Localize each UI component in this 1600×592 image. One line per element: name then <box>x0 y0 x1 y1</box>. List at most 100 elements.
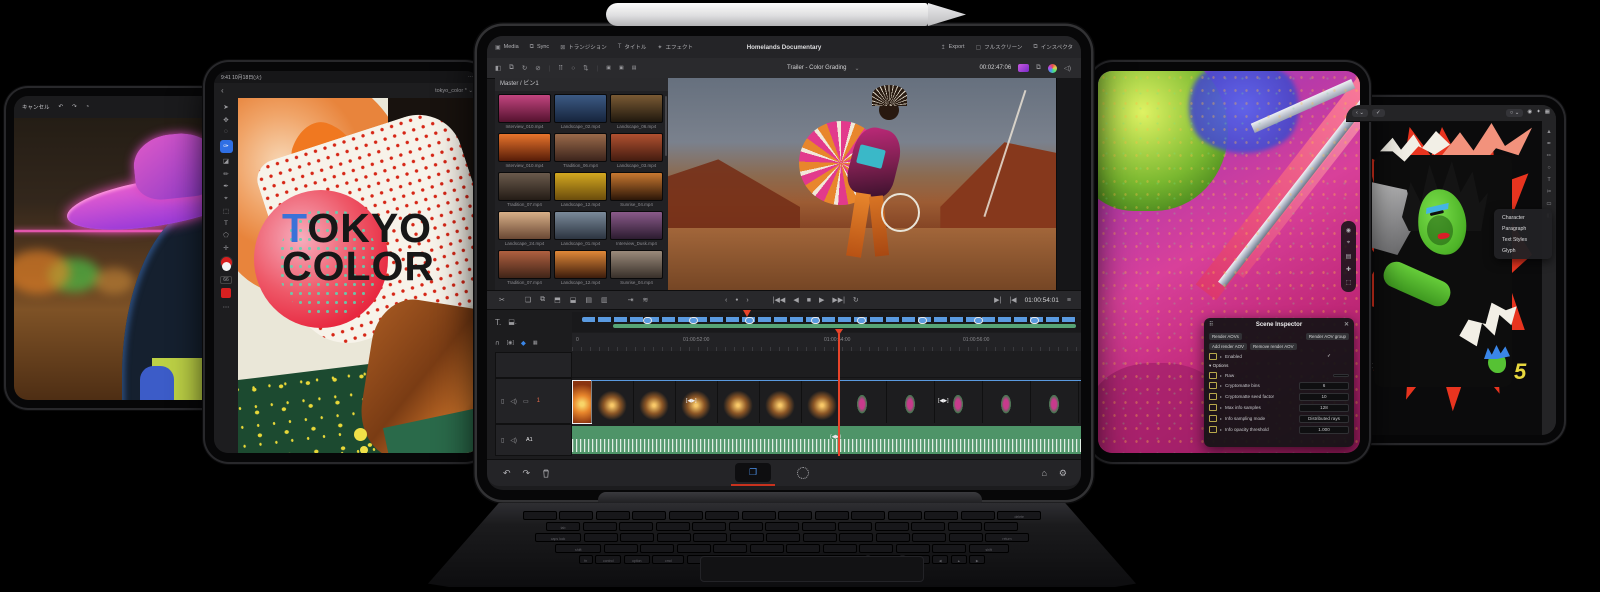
inspector-row[interactable]: ▸Info sampling modeDistributed rays <box>1204 413 1354 424</box>
move-tool-icon[interactable]: ➤ <box>223 103 228 111</box>
inspector-row-value[interactable] <box>1333 374 1349 377</box>
trash-icon[interactable] <box>542 469 550 478</box>
waveform-view-icon[interactable]: ≋ <box>642 296 648 304</box>
jog-icon[interactable]: ● <box>735 297 738 303</box>
aov-toggle-icon[interactable] <box>1209 393 1217 400</box>
shape-tool-icon[interactable]: ○ <box>1547 165 1550 171</box>
expand-icon[interactable]: ▸ <box>1220 427 1222 432</box>
inspector-row-value[interactable]: Distributed rays <box>1299 415 1349 423</box>
key[interactable] <box>677 544 711 553</box>
home-icon[interactable]: ⌂ <box>1041 468 1046 478</box>
key-delete[interactable]: delete <box>997 511 1041 520</box>
redo-icon[interactable]: ↷ <box>72 104 77 110</box>
key-shift[interactable]: shift <box>555 544 601 553</box>
fullscreen-button[interactable]: ▢フルスクリーン <box>976 43 1023 51</box>
titles-button[interactable]: Tタイトル <box>618 43 647 51</box>
key[interactable] <box>559 511 593 520</box>
key[interactable] <box>911 522 945 531</box>
rect-tool-icon[interactable]: ▭ <box>1546 201 1551 207</box>
key[interactable] <box>823 544 857 553</box>
key[interactable] <box>924 511 958 520</box>
transform-tool-icon[interactable]: ✛ <box>223 244 228 252</box>
aov-toggle-icon[interactable] <box>1209 404 1217 411</box>
brush-tool-icon[interactable]: ✑ <box>220 140 233 153</box>
add-render-aov-button[interactable]: Add render AOV <box>1209 343 1247 350</box>
context-menu-item[interactable]: Paragraph <box>1494 223 1552 234</box>
key[interactable] <box>948 522 982 531</box>
add-icon[interactable]: ✚ <box>1346 266 1351 273</box>
back-button[interactable]: ‹ <box>221 86 224 95</box>
speaker-icon[interactable]: ◁) <box>510 437 517 444</box>
key[interactable] <box>876 533 910 542</box>
play-reverse-icon[interactable]: ◀ <box>793 296 798 304</box>
snapping-icon[interactable]: ∪ <box>495 339 500 347</box>
inspector-row-value[interactable]: 6 <box>1299 382 1349 390</box>
viewer[interactable] <box>668 78 1057 292</box>
selected-clip[interactable] <box>572 380 592 424</box>
pen-tool-icon[interactable]: ✒ <box>1547 141 1552 147</box>
key[interactable] <box>839 533 873 542</box>
media-clip[interactable]: Tradition_06.mp4 <box>554 133 607 168</box>
key-shift[interactable]: shift <box>969 544 1009 553</box>
scissors-tool-icon[interactable]: ✂ <box>1547 189 1552 195</box>
status-more-icon[interactable]: ⋯ <box>468 74 473 80</box>
key[interactable] <box>657 533 691 542</box>
key[interactable] <box>604 544 638 553</box>
stroke-width-value[interactable]: 66 <box>220 276 232 284</box>
expand-icon[interactable]: ▸ <box>1220 405 1222 410</box>
key-tab[interactable]: tab <box>546 522 580 531</box>
key[interactable] <box>730 533 764 542</box>
transitions-button[interactable]: ⊠トランジション <box>560 43 607 51</box>
color-wheels-icon[interactable] <box>1048 64 1057 73</box>
aov-toggle-icon[interactable] <box>1209 415 1217 422</box>
context-menu-item[interactable]: Text Styles <box>1494 234 1552 245</box>
settings-gear-icon[interactable]: ⚙ <box>1059 468 1067 479</box>
key-caps-lock[interactable]: caps lock <box>535 533 581 542</box>
monitor-icon[interactable]: ▭ <box>523 398 529 405</box>
pencil-tool-icon[interactable]: ✏ <box>223 170 228 178</box>
panel-title-bar[interactable]: ⠿ Scene Inspector ✕ <box>1204 318 1354 331</box>
doc-menu-chip[interactable]: ‹ ⌄ <box>1352 109 1368 117</box>
key[interactable] <box>984 522 1018 531</box>
lock-icon[interactable]: ▯ <box>501 398 504 405</box>
key[interactable] <box>619 522 653 531</box>
key[interactable] <box>640 544 674 553</box>
remove-render-aov-button[interactable]: Remove render AOV <box>1250 343 1297 350</box>
render-aovs-tab[interactable]: Render AOVs <box>1209 333 1242 340</box>
expand-icon[interactable]: ▸ <box>1220 383 1222 388</box>
key[interactable] <box>765 522 799 531</box>
color-wells[interactable] <box>220 256 233 271</box>
shape-tool-icon[interactable]: ⬠ <box>223 231 229 239</box>
timeline-selector[interactable]: Trailer - Color Grading <box>787 65 846 71</box>
track-v1-header[interactable]: ▯ ◁) ▭ 1 <box>495 378 572 424</box>
key[interactable] <box>705 511 739 520</box>
inspector-row[interactable]: ▸Enabled✓ <box>1204 351 1354 361</box>
marker-icon[interactable]: [◉] <box>507 340 514 346</box>
wand-icon[interactable]: ✦ <box>1536 109 1541 117</box>
inspector-button[interactable]: ⧉インスペクタ <box>1033 43 1073 51</box>
key[interactable] <box>669 511 703 520</box>
track-v2-header[interactable] <box>495 352 572 378</box>
title-tool-icon[interactable]: T. <box>495 318 501 327</box>
key[interactable] <box>851 511 885 520</box>
key[interactable] <box>750 544 784 553</box>
timeline-ruler[interactable]: 001:00:52:0001:00:54:0001:00:56:00 <box>572 333 1081 352</box>
key[interactable] <box>523 511 557 520</box>
flag-icon[interactable]: ◆ <box>521 339 526 347</box>
view-mode-icon[interactable]: ▣ <box>606 65 611 71</box>
key[interactable] <box>584 533 618 542</box>
key[interactable] <box>932 544 966 553</box>
expand-icon[interactable]: ▸ <box>1220 354 1222 359</box>
key-control[interactable]: control <box>595 555 621 564</box>
key-fn[interactable]: fn <box>579 555 593 564</box>
key[interactable] <box>656 522 690 531</box>
cube-icon[interactable]: ⬚ <box>1346 279 1352 286</box>
playhead[interactable] <box>838 334 840 456</box>
zoom-chip[interactable]: ○ ⌄ <box>1506 109 1523 117</box>
inspector-row[interactable]: ▸Raw <box>1204 370 1354 380</box>
view-mode2-icon[interactable]: ▣ <box>619 65 624 71</box>
media-clip[interactable]: Interview_Dusk.mp4 <box>610 211 663 246</box>
unlink-icon[interactable]: ⊘ <box>535 64 540 72</box>
track-a1-header[interactable]: ▯ ◁) A1 <box>495 424 572 456</box>
key-cmd[interactable]: cmd <box>652 555 684 564</box>
